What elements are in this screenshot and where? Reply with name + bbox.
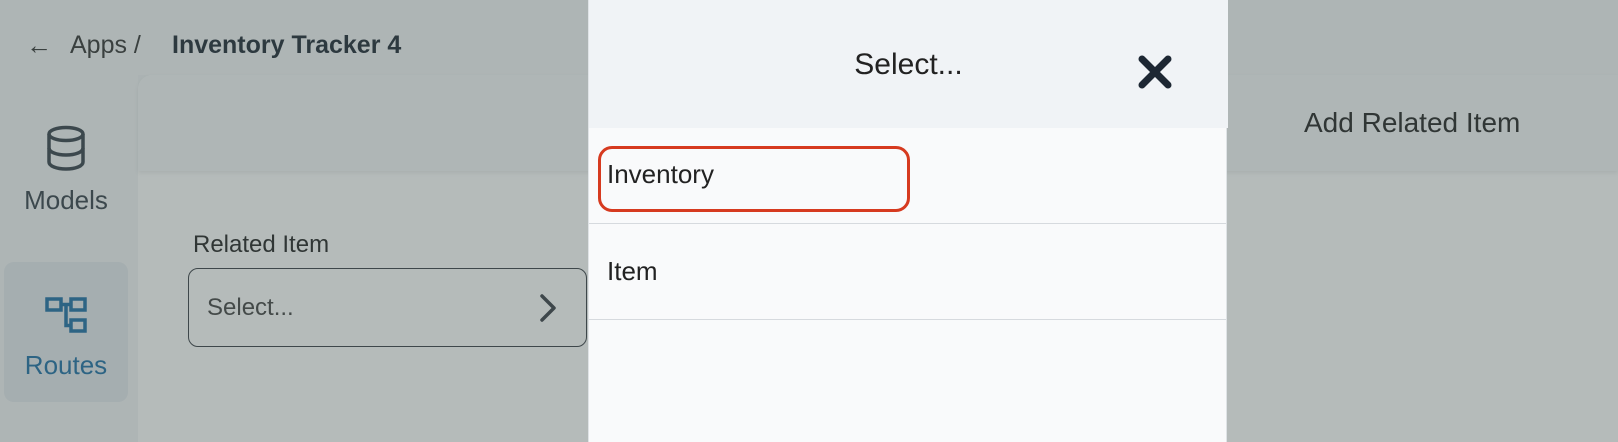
modal-header: Select... [589,0,1228,128]
close-icon [1138,55,1172,89]
modal-title: Select... [854,48,963,81]
select-modal: Select... Inventory Item [588,0,1228,442]
option-inventory[interactable]: Inventory [589,128,1226,224]
option-label: Inventory [607,159,714,189]
option-label: Item [607,256,658,286]
close-button[interactable] [1135,52,1175,92]
option-item[interactable]: Item [589,224,1226,320]
